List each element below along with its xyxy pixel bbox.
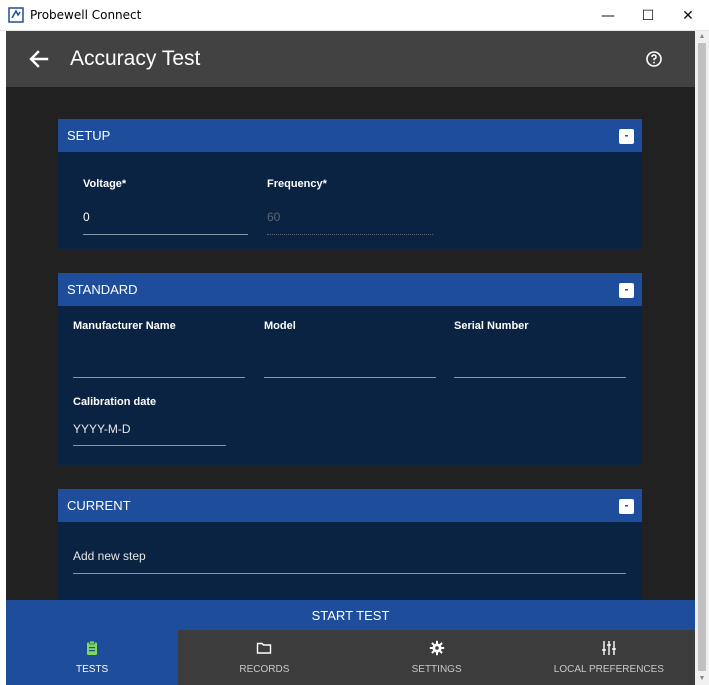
- voltage-underline: [83, 234, 248, 235]
- standard-collapse-button[interactable]: -: [619, 283, 634, 298]
- voltage-input[interactable]: 0: [83, 210, 90, 224]
- current-title: CURRENT: [67, 498, 131, 513]
- help-icon[interactable]: [644, 49, 664, 69]
- nav-label-records: RECORDS: [239, 664, 290, 675]
- frequency-underline: [267, 234, 433, 235]
- model-input[interactable]: [264, 377, 436, 378]
- back-arrow-icon[interactable]: [27, 47, 51, 71]
- setup-card: SETUP - Voltage* 0 Frequency* 60: [58, 119, 642, 249]
- nav-item-settings[interactable]: SETTINGS: [351, 630, 523, 685]
- setup-title: SETUP: [67, 128, 111, 143]
- clipboard-icon: [87, 640, 98, 655]
- serial-number-label: Serial Number: [454, 320, 529, 332]
- manufacturer-input[interactable]: [73, 377, 245, 378]
- app-logo-icon: [8, 7, 24, 23]
- nav-label-local-preferences: LOCAL PREFERENCES: [553, 664, 664, 675]
- current-collapse-button[interactable]: -: [619, 499, 634, 514]
- current-card: CURRENT - Add new step: [58, 489, 642, 600]
- voltage-label: Voltage*: [83, 178, 127, 190]
- nav-item-records[interactable]: RECORDS: [178, 630, 350, 685]
- window-titlebar: Probewell Connect — ☐ ✕: [0, 0, 709, 31]
- serial-number-input[interactable]: [454, 377, 626, 378]
- standard-card-header[interactable]: STANDARD -: [58, 273, 642, 306]
- main-content: SETUP - Voltage* 0 Frequency* 60 STANDAR…: [6, 87, 695, 600]
- window-title: Probewell Connect: [30, 8, 142, 22]
- scrollbar-thumb[interactable]: [698, 43, 706, 671]
- current-card-header[interactable]: CURRENT -: [58, 489, 642, 522]
- close-window-button[interactable]: ✕: [666, 0, 709, 31]
- setup-collapse-button[interactable]: -: [619, 129, 634, 144]
- add-step-underline: [73, 573, 626, 574]
- nav-label-tests: TESTS: [76, 664, 109, 675]
- maximize-button[interactable]: ☐: [626, 0, 670, 31]
- vertical-scrollbar[interactable]: ▲ ▼: [695, 31, 709, 685]
- calibration-date-input[interactable]: YYYY-M-D: [73, 422, 131, 436]
- model-label: Model: [264, 320, 296, 332]
- manufacturer-label: Manufacturer Name: [73, 320, 176, 332]
- nav-item-local-preferences[interactable]: LOCAL PREFERENCES: [523, 630, 695, 685]
- nav-item-tests[interactable]: TESTS: [6, 630, 179, 685]
- calibration-date-underline: [73, 445, 226, 446]
- start-test-button[interactable]: START TEST: [6, 600, 695, 630]
- minimize-button[interactable]: —: [586, 0, 630, 31]
- frequency-label: Frequency*: [267, 178, 327, 190]
- folder-icon: [257, 642, 272, 654]
- add-step-input[interactable]: Add new step: [73, 549, 146, 563]
- calibration-date-label: Calibration date: [73, 396, 157, 408]
- scroll-up-icon[interactable]: ▲: [695, 31, 709, 43]
- sliders-icon: [601, 641, 616, 655]
- standard-title: STANDARD: [67, 282, 138, 297]
- bottom-navigation: TESTS RECORDS SETTINGS LOCAL PREFERENCES: [6, 630, 695, 685]
- standard-card: STANDARD - Manufacturer Name Model Seria…: [58, 273, 642, 465]
- gear-icon: [429, 640, 444, 656]
- setup-card-header[interactable]: SETUP -: [58, 119, 642, 152]
- scroll-down-icon[interactable]: ▼: [695, 673, 709, 685]
- frequency-input: 60: [267, 210, 281, 224]
- app-header: Accuracy Test: [6, 31, 695, 87]
- page-title: Accuracy Test: [70, 47, 201, 70]
- nav-label-settings: SETTINGS: [411, 664, 462, 675]
